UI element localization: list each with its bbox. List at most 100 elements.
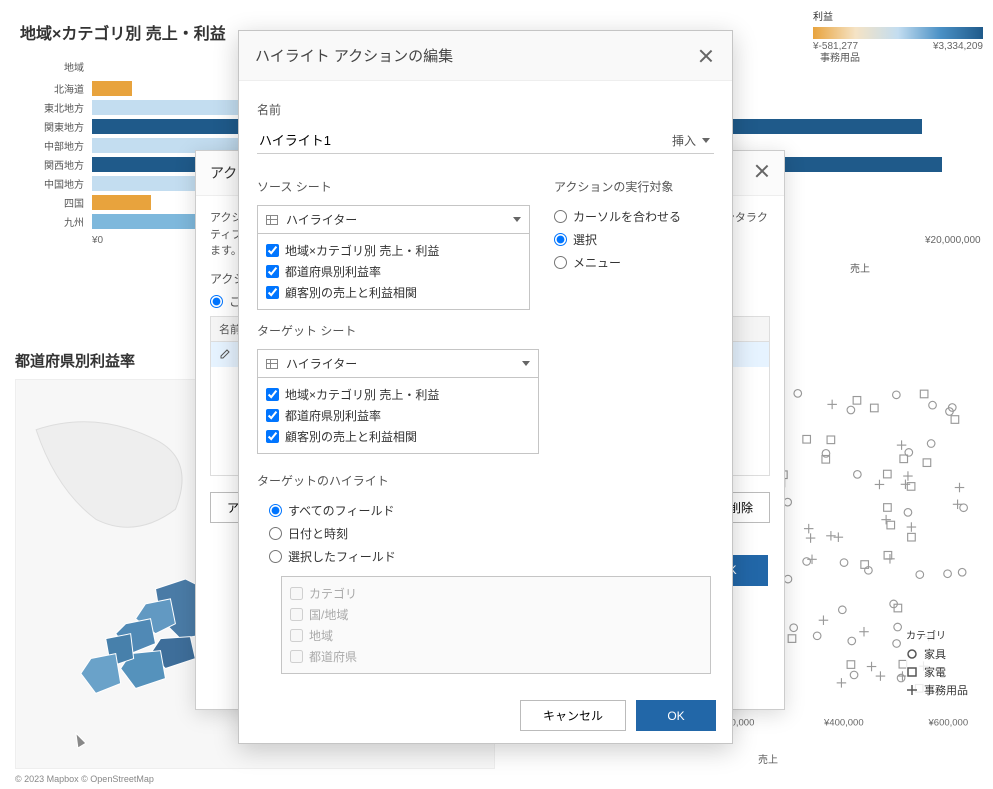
run-on-hover-radio[interactable] bbox=[554, 210, 567, 223]
ok-button[interactable]: OK bbox=[636, 700, 716, 731]
scatter-point[interactable] bbox=[884, 470, 892, 478]
scatter-point[interactable] bbox=[944, 570, 952, 578]
scatter-point[interactable] bbox=[837, 678, 847, 688]
scatter-point[interactable] bbox=[859, 627, 869, 637]
scatter-point[interactable] bbox=[803, 435, 811, 443]
scatter-point[interactable] bbox=[867, 662, 877, 672]
scatter-point[interactable] bbox=[960, 504, 968, 512]
scatter-point[interactable] bbox=[916, 571, 924, 579]
source-sheet-label: 地域×カテゴリ別 売上・利益 bbox=[285, 242, 439, 259]
highlight-date-radio[interactable] bbox=[269, 527, 282, 540]
run-on-menu-radio[interactable] bbox=[554, 256, 567, 269]
scatter-point[interactable] bbox=[884, 551, 892, 559]
scatter-point[interactable] bbox=[920, 390, 928, 398]
edit-dialog-title: ハイライト アクションの編集 bbox=[255, 45, 453, 66]
scatter-point[interactable] bbox=[903, 471, 913, 481]
scatter-point[interactable] bbox=[840, 559, 848, 567]
scatter-point[interactable] bbox=[894, 604, 902, 612]
action-name-input[interactable] bbox=[257, 128, 660, 151]
square-icon bbox=[906, 666, 918, 678]
bar-label: 九州 bbox=[20, 214, 92, 229]
bar-xlabel: 売上 bbox=[820, 260, 900, 275]
target-sheet-checkbox[interactable] bbox=[266, 430, 279, 443]
scatter-point[interactable] bbox=[901, 480, 911, 490]
scatter-point[interactable] bbox=[803, 558, 811, 566]
scatter-point[interactable] bbox=[907, 522, 917, 532]
insert-button[interactable]: 挿入 bbox=[668, 130, 714, 151]
highlight-selected-radio[interactable] bbox=[269, 550, 282, 563]
scatter-point[interactable] bbox=[804, 524, 814, 534]
scatter-point[interactable] bbox=[923, 459, 931, 467]
scatter-point[interactable] bbox=[887, 521, 895, 529]
scatter-point[interactable] bbox=[827, 400, 837, 410]
scatter-point[interactable] bbox=[894, 623, 902, 631]
scatter-point[interactable] bbox=[788, 635, 796, 643]
scatter-point[interactable] bbox=[827, 436, 835, 444]
scatter-point[interactable] bbox=[908, 533, 916, 541]
highlight-label: ターゲットのハイライト bbox=[257, 472, 714, 489]
field-checkbox bbox=[290, 587, 303, 600]
target-sheet-checkbox[interactable] bbox=[266, 409, 279, 422]
source-sheet-checkbox[interactable] bbox=[266, 286, 279, 299]
close-icon[interactable] bbox=[752, 161, 772, 181]
actions-dialog-title: アク bbox=[210, 163, 237, 183]
run-on-option: カーソルを合わせる bbox=[573, 208, 681, 225]
target-sheets-list: 地域×カテゴリ別 売上・利益 都道府県別利益率 顧客別の売上と利益相関 bbox=[257, 378, 539, 454]
circle-icon bbox=[906, 648, 918, 660]
source-sheet-checkbox[interactable] bbox=[266, 244, 279, 257]
scatter-point[interactable] bbox=[904, 509, 912, 517]
scatter-point[interactable] bbox=[784, 575, 792, 583]
scatter-point[interactable] bbox=[893, 391, 901, 399]
bar-xtick: ¥20,000,000 bbox=[925, 235, 981, 246]
scatter-point[interactable] bbox=[848, 637, 856, 645]
target-sheet-label: 都道府県別利益率 bbox=[285, 407, 381, 424]
actions-scope-radio[interactable] bbox=[210, 295, 223, 308]
scatter-point[interactable] bbox=[819, 615, 829, 625]
scatter-point[interactable] bbox=[955, 483, 965, 493]
scatter-point[interactable] bbox=[927, 440, 935, 448]
scatter-point[interactable] bbox=[847, 406, 855, 414]
source-dropdown[interactable]: ハイライター bbox=[257, 205, 530, 234]
source-sheet-checkbox[interactable] bbox=[266, 265, 279, 278]
highlight-icon bbox=[219, 348, 231, 360]
scatter-point[interactable] bbox=[897, 440, 907, 450]
scatter-point[interactable] bbox=[951, 416, 959, 424]
scatter-point[interactable] bbox=[834, 532, 844, 542]
scatter-point[interactable] bbox=[847, 661, 855, 669]
scatter-point[interactable] bbox=[893, 640, 901, 648]
scatter-point[interactable] bbox=[794, 390, 802, 398]
scatter-point[interactable] bbox=[813, 632, 821, 640]
scatter-point[interactable] bbox=[853, 397, 861, 405]
legend-item: 家具 bbox=[924, 646, 946, 662]
field-checkbox bbox=[290, 608, 303, 621]
close-icon[interactable] bbox=[696, 46, 716, 66]
scatter-point[interactable] bbox=[790, 624, 798, 632]
scatter-point[interactable] bbox=[884, 504, 892, 512]
scatter-point[interactable] bbox=[870, 404, 878, 412]
scatter-point[interactable] bbox=[958, 568, 966, 576]
scatter-point[interactable] bbox=[900, 455, 908, 463]
highlight-all-radio[interactable] bbox=[269, 504, 282, 517]
scatter-point[interactable] bbox=[806, 533, 816, 543]
run-on-select-radio[interactable] bbox=[554, 233, 567, 246]
scatter-point[interactable] bbox=[839, 606, 847, 614]
cancel-button[interactable]: キャンセル bbox=[520, 700, 626, 731]
scatter-point[interactable] bbox=[905, 449, 913, 457]
scatter-point[interactable] bbox=[854, 471, 862, 479]
target-sheet-checkbox[interactable] bbox=[266, 388, 279, 401]
scatter-point[interactable] bbox=[897, 674, 905, 682]
scatter-point[interactable] bbox=[876, 671, 886, 681]
scatter-point[interactable] bbox=[850, 671, 858, 679]
bar-label: 関東地方 bbox=[20, 119, 92, 134]
scatter-point[interactable] bbox=[807, 555, 817, 565]
highlight-option: 選択したフィールド bbox=[288, 548, 396, 565]
scatter-point[interactable] bbox=[881, 515, 891, 525]
scatter-point[interactable] bbox=[875, 480, 885, 490]
scatter-point[interactable] bbox=[929, 401, 937, 409]
scatter-point[interactable] bbox=[826, 531, 836, 541]
field-checkbox bbox=[290, 650, 303, 663]
target-dropdown[interactable]: ハイライター bbox=[257, 349, 539, 378]
target-sheet-label: 顧客別の売上と利益相関 bbox=[285, 428, 417, 445]
highlight-group: すべてのフィールド 日付と時刻 選択したフィールド bbox=[257, 499, 714, 568]
bar-fill bbox=[92, 81, 132, 96]
